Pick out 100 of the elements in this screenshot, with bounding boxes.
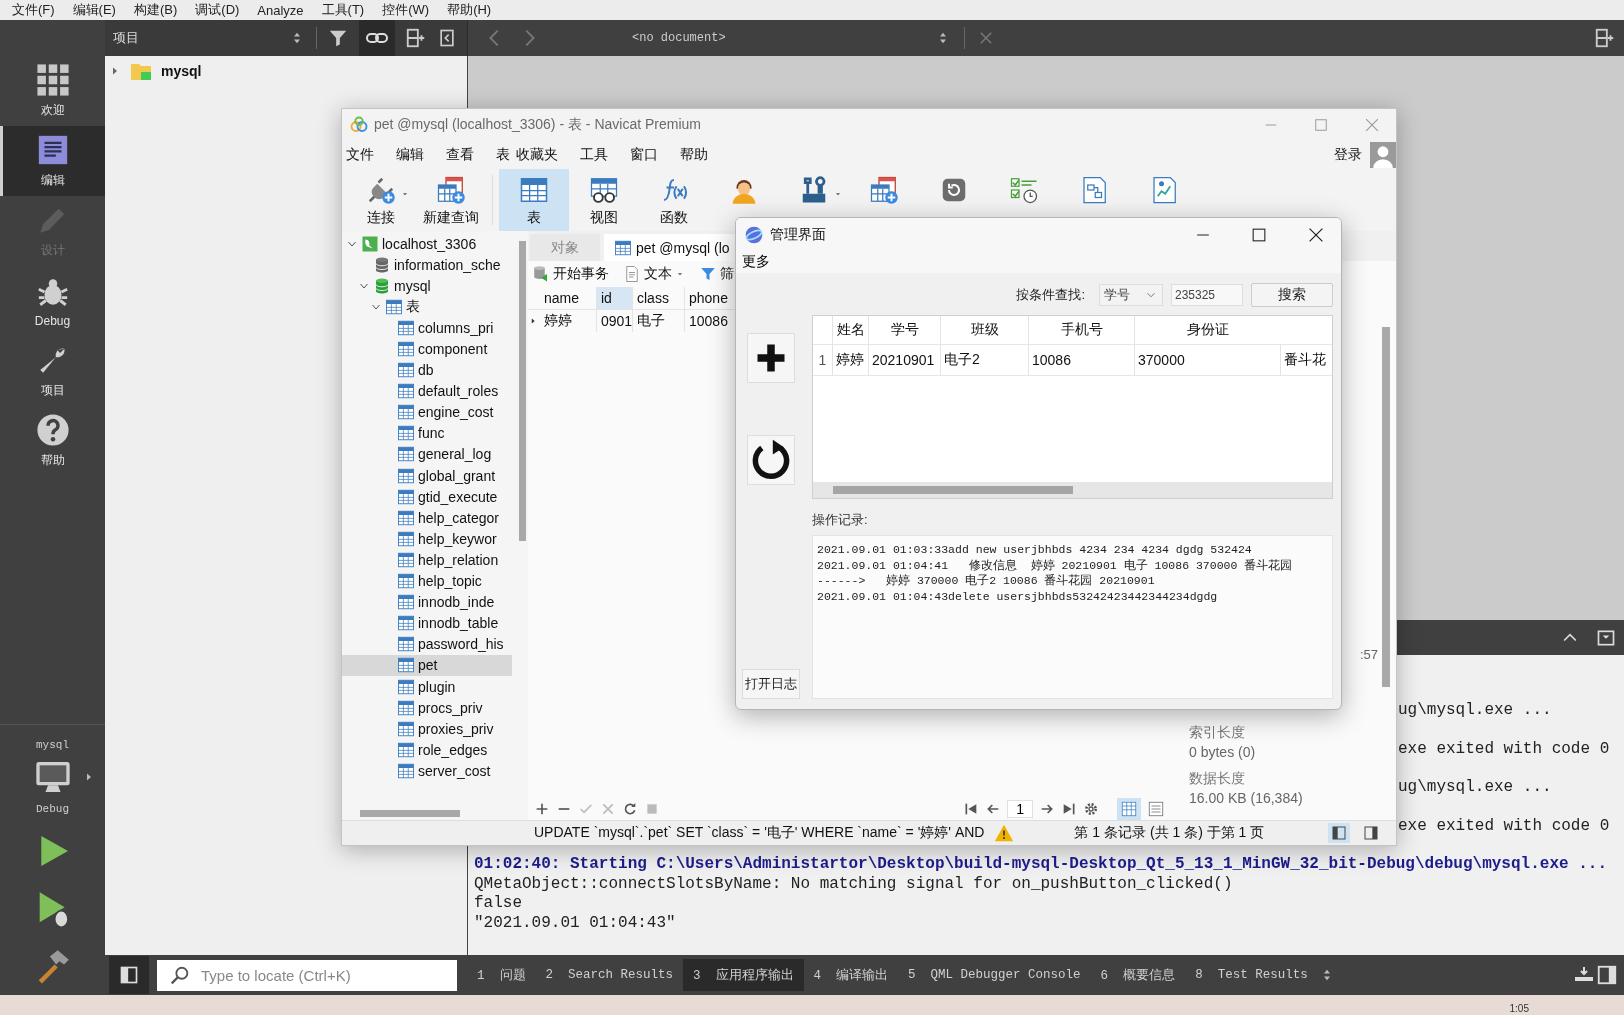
- tree-item[interactable]: engine_cost: [342, 401, 512, 423]
- layout-icon[interactable]: [1331, 825, 1347, 841]
- split-icon[interactable]: [405, 27, 427, 49]
- tree-item[interactable]: pet: [342, 654, 512, 676]
- mode-button[interactable]: 帮助: [0, 406, 105, 476]
- menu-item[interactable]: 编辑(E): [63, 1, 125, 19]
- login-link[interactable]: 登录: [1334, 146, 1362, 164]
- tree-item[interactable]: role_edges: [342, 739, 512, 761]
- refresh-button[interactable]: [747, 435, 795, 485]
- grid-view-icon[interactable]: [1120, 800, 1138, 818]
- menu-item[interactable]: 表: [496, 146, 516, 164]
- toolbar-button[interactable]: 文本: [623, 265, 685, 283]
- toolbar-button[interactable]: 视图: [569, 169, 639, 231]
- page-field[interactable]: 1: [1007, 800, 1033, 818]
- menu-item[interactable]: 窗口: [630, 146, 670, 164]
- table-icon: [614, 238, 632, 257]
- menu-item[interactable]: 收藏夹: [516, 146, 570, 164]
- avatar-icon[interactable]: [1370, 142, 1396, 168]
- add-button[interactable]: [747, 333, 795, 383]
- tree-item[interactable]: db: [342, 359, 512, 381]
- output-tab[interactable]: 4 编译输出: [803, 959, 899, 991]
- tree-item[interactable]: innodb_table: [342, 612, 512, 634]
- tree-item[interactable]: help_categor: [342, 507, 512, 529]
- dropdown[interactable]: 学号: [1099, 284, 1163, 306]
- output-line: QMetaObject::connectSlotsByName: No matching signal for on_pushButton_clicked(): [474, 874, 1234, 894]
- toolbar-button[interactable]: 连接: [346, 169, 416, 231]
- document-selector[interactable]: <no document>: [632, 31, 922, 45]
- tree-item[interactable]: help_relation: [342, 549, 512, 571]
- menu-item[interactable]: Analyze: [248, 2, 313, 18]
- menu-item[interactable]: 查看: [446, 146, 486, 164]
- output-tab[interactable]: 2 Search Results: [535, 959, 684, 991]
- column-header[interactable]: id: [597, 287, 633, 309]
- refresh-icon[interactable]: [622, 801, 638, 817]
- search-field[interactable]: 235325: [1171, 284, 1243, 306]
- last-page-icon[interactable]: [1061, 801, 1077, 817]
- scrollbar-thumb[interactable]: [1382, 327, 1390, 687]
- settings-icon[interactable]: [1083, 801, 1099, 817]
- menu-item[interactable]: 文件(F): [3, 1, 64, 19]
- toolbar-button[interactable]: 开始事务: [532, 265, 609, 283]
- tree-item[interactable]: localhost_3306: [342, 233, 512, 255]
- tree-item[interactable]: general_log: [342, 443, 512, 466]
- sidebar-icon[interactable]: [437, 28, 457, 48]
- output-tab[interactable]: 3 应用程序输出: [683, 959, 804, 991]
- menu-item[interactable]: 更多: [742, 253, 770, 271]
- tree-item[interactable]: proxies_priv: [342, 718, 512, 740]
- tree-item[interactable]: columns_pri: [342, 317, 512, 339]
- menu-item[interactable]: 文件: [346, 146, 386, 164]
- scrollbar-thumb[interactable]: [833, 486, 1073, 494]
- toolbar-button[interactable]: 函数: [639, 169, 709, 231]
- menu-item[interactable]: 控件(W): [373, 1, 439, 19]
- menu-item[interactable]: 构建(B): [124, 1, 187, 19]
- table-icon: [397, 593, 415, 612]
- menu-item[interactable]: 工具(T): [312, 1, 374, 19]
- menu-item[interactable]: 调试(D): [186, 1, 249, 19]
- column-header[interactable]: class: [633, 287, 685, 309]
- mode-button[interactable]: 编辑: [0, 126, 105, 196]
- scrollbar-thumb[interactable]: [360, 809, 460, 817]
- mode-button[interactable]: 项目: [0, 336, 105, 406]
- sidebar-icon[interactable]: [119, 965, 139, 985]
- tree-item[interactable]: default_roles: [342, 380, 512, 402]
- tree-item[interactable]: help_keywor: [342, 528, 512, 550]
- tree-item[interactable]: mysql: [342, 275, 512, 297]
- sidebar-icon[interactable]: [1596, 964, 1618, 986]
- menu-item[interactable]: 编辑: [396, 146, 436, 164]
- tree-item[interactable]: server_cost: [342, 760, 512, 782]
- output-tab[interactable]: 5 QML Debugger Console: [898, 959, 1091, 991]
- tree-item[interactable]: procs_priv: [342, 697, 512, 719]
- mode-button[interactable]: Debug: [0, 266, 105, 336]
- tree-item[interactable]: plugin: [342, 675, 512, 698]
- menu-item[interactable]: 帮助: [680, 146, 720, 164]
- locate-field[interactable]: Type to locate (Ctrl+K): [157, 959, 457, 991]
- output-tab[interactable]: 1 问题: [467, 959, 536, 991]
- scrollbar-thumb[interactable]: [519, 241, 526, 541]
- mode-button[interactable]: 欢迎: [0, 56, 105, 126]
- toolbar-button[interactable]: 筛: [699, 265, 734, 283]
- layout-icon[interactable]: [1363, 825, 1379, 841]
- toolbar-button[interactable]: 表: [499, 169, 569, 231]
- tree-item[interactable]: help_topic: [342, 570, 512, 592]
- search-button[interactable]: 搜索: [1251, 283, 1333, 307]
- tree-item[interactable]: func: [342, 422, 512, 444]
- add-icon[interactable]: [534, 801, 550, 817]
- tree-item[interactable]: password_his: [342, 633, 512, 655]
- tree-item[interactable]: global_grant: [342, 465, 512, 487]
- form-view-icon[interactable]: [1147, 800, 1165, 818]
- toolbar-button[interactable]: 新建查询: [416, 169, 486, 231]
- menu-item[interactable]: 工具: [580, 146, 620, 164]
- tree-item[interactable]: information_sche: [342, 254, 512, 276]
- tree-item[interactable]: component: [342, 338, 512, 360]
- output-tab[interactable]: 8 Test Results: [1185, 959, 1318, 991]
- tree-item[interactable]: innodb_inde: [342, 591, 512, 613]
- tree-item[interactable]: 表: [342, 296, 512, 318]
- table-icon: [397, 677, 415, 696]
- tree-item[interactable]: mysql: [105, 60, 467, 82]
- table-plus-icon: [869, 175, 899, 205]
- menu-item[interactable]: 帮助(H): [438, 1, 501, 19]
- output-tab[interactable]: 6 概要信息: [1090, 959, 1186, 991]
- open-log-button[interactable]: 打开日志: [742, 669, 800, 699]
- tree-item[interactable]: gtid_execute: [342, 486, 512, 508]
- split-icon[interactable]: [1594, 27, 1616, 49]
- table-icon: [397, 424, 415, 443]
